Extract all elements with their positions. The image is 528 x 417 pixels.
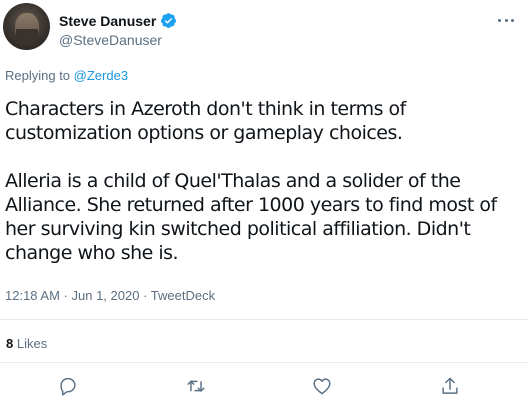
verified-badge-icon	[160, 12, 177, 29]
reply-icon[interactable]	[57, 375, 81, 399]
tweet-actions-bar	[0, 372, 528, 402]
tweet-meta: 12:18 AM · Jun 1, 2020 · TweetDeck	[5, 288, 215, 303]
replying-to-line: Replying to @Zerde3	[5, 68, 128, 83]
reply-mention-link[interactable]: @Zerde3	[74, 68, 128, 83]
meta-separator: ·	[139, 288, 151, 303]
tweet-source-link[interactable]: TweetDeck	[151, 288, 215, 303]
likes-count: 8	[6, 336, 14, 351]
divider	[0, 319, 528, 320]
like-icon[interactable]	[311, 375, 335, 399]
tweet-text: Characters in Azeroth don't think in ter…	[5, 97, 520, 265]
meta-separator: ·	[59, 288, 72, 303]
share-icon[interactable]	[439, 375, 463, 399]
tweet-time-link[interactable]: 12:18 AM	[5, 288, 60, 303]
avatar[interactable]	[3, 3, 50, 50]
tweet-date-link[interactable]: Jun 1, 2020	[72, 288, 140, 303]
tweet-paragraph-1: Characters in Azeroth don't think in ter…	[5, 98, 406, 144]
author-display-name[interactable]: Steve Danuser	[59, 13, 156, 29]
likes-label: Likes	[16, 336, 48, 351]
likes-stat[interactable]: 8 Likes	[6, 336, 47, 351]
author-handle[interactable]: @SteveDanuser	[59, 32, 162, 48]
tweet-card: Steve Danuser @SteveDanuser Replying to …	[0, 0, 528, 417]
more-options-icon[interactable]	[495, 12, 517, 28]
divider	[0, 362, 528, 363]
retweet-icon[interactable]	[185, 375, 209, 399]
tweet-paragraph-2: Alleria is a child of Quel'Thalas and a …	[5, 170, 497, 264]
replying-to-label: Replying to	[5, 68, 71, 83]
author-name-row[interactable]: Steve Danuser	[59, 12, 177, 29]
